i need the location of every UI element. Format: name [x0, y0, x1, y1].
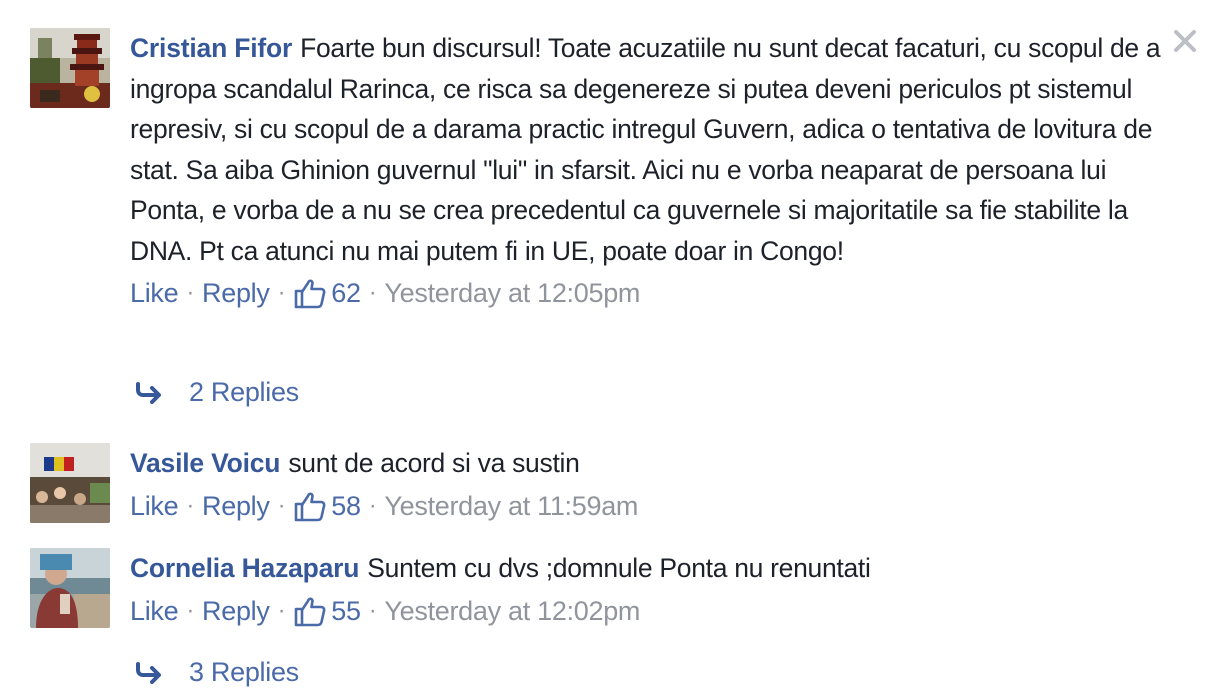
separator-dot: · — [368, 279, 377, 306]
comment-text: Cornelia Hazaparu Suntem cu dvs ;domnule … — [130, 548, 1173, 589]
reply-button[interactable]: Reply — [202, 273, 270, 313]
comments-section: Cristian Fifor Foarte bun discursul! Toat… — [0, 0, 1213, 700]
thumbs-up-icon[interactable] — [293, 276, 327, 310]
reply-button[interactable]: Reply — [202, 591, 270, 631]
thumbs-up-icon[interactable] — [293, 489, 327, 523]
separator-dot: · — [186, 279, 195, 306]
like-button[interactable]: Like — [130, 591, 179, 631]
comment-text: Cristian Fifor Foarte bun discursul! Toat… — [130, 28, 1173, 271]
comment-actions: Like · Reply · 62 · Yesterday at 12:05pm — [130, 273, 1173, 313]
view-replies-link[interactable]: 2 Replies — [135, 372, 299, 412]
comment-author-link[interactable]: Cornelia Hazaparu — [130, 553, 359, 583]
comment-body: Foarte bun discursul! Toate acuzatiile n… — [130, 33, 1168, 266]
comment-timestamp[interactable]: Yesterday at 12:05pm — [384, 273, 640, 313]
separator-dot: · — [368, 491, 377, 519]
pagoda-photo-avatar[interactable] — [30, 28, 110, 108]
like-count[interactable]: 55 — [331, 591, 361, 631]
replies-count-label[interactable]: 3 Replies — [189, 652, 299, 692]
seaside-portrait-photo-avatar[interactable] — [30, 548, 110, 628]
comment-actions: Like · Reply · 58 · Yesterday at 11:59am — [130, 486, 1173, 526]
separator-dot: · — [277, 596, 286, 624]
separator-dot: · — [368, 596, 377, 624]
thumbs-up-icon[interactable] — [293, 594, 327, 628]
like-button[interactable]: Like — [130, 486, 179, 526]
separator-dot: · — [277, 279, 286, 306]
comment-actions: Like · Reply · 55 · Yesterday at 12:02pm — [130, 591, 1173, 631]
separator-dot: · — [186, 596, 195, 624]
like-count[interactable]: 62 — [331, 273, 361, 313]
comment-author-link[interactable]: Cristian Fifor — [130, 33, 292, 63]
reply-button[interactable]: Reply — [202, 486, 270, 526]
comment-timestamp[interactable]: Yesterday at 11:59am — [384, 486, 638, 526]
comment-timestamp[interactable]: Yesterday at 12:02pm — [384, 591, 640, 631]
like-count[interactable]: 58 — [331, 486, 361, 526]
view-replies-link[interactable]: 3 Replies — [135, 652, 299, 692]
reply-arrow-icon — [135, 380, 165, 404]
comment-author-link[interactable]: Vasile Voicu — [130, 448, 281, 478]
separator-dot: · — [186, 491, 195, 519]
close-icon[interactable] — [1172, 28, 1198, 54]
comment-body: sunt de acord si va sustin — [288, 448, 580, 478]
comment-text: Vasile Voicu sunt de acord si va sustin — [130, 443, 1173, 484]
comment-body: Suntem cu dvs ;domnule Ponta nu renuntat… — [367, 553, 871, 583]
separator-dot: · — [277, 491, 286, 519]
crowd-flag-photo-avatar[interactable] — [30, 443, 110, 523]
replies-count-label[interactable]: 2 Replies — [189, 372, 299, 412]
like-button[interactable]: Like — [130, 273, 179, 313]
reply-arrow-icon — [135, 660, 165, 684]
